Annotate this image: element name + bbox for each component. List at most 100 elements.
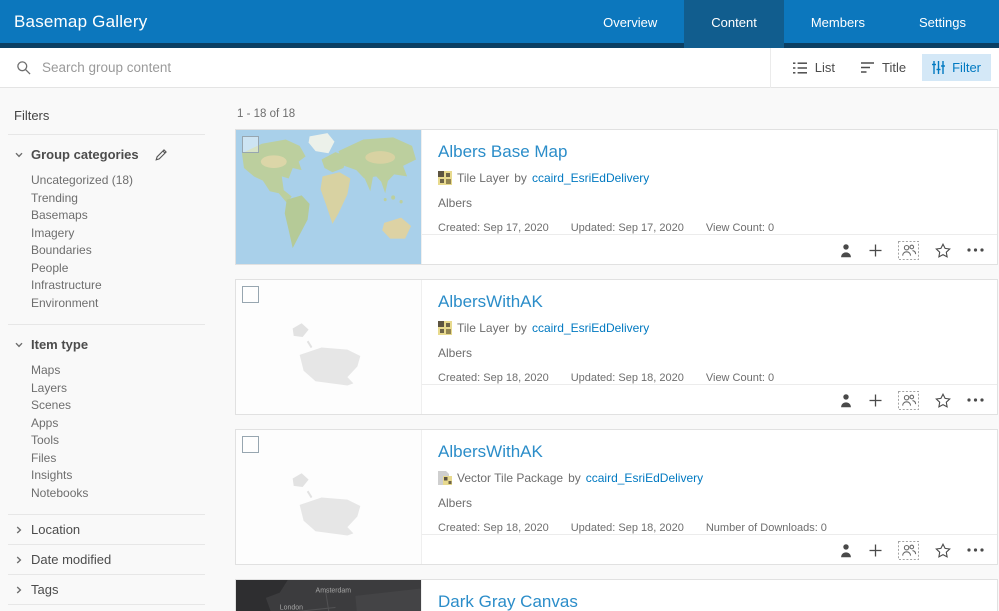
item-title-link[interactable]: Dark Gray Canvas [438,592,983,611]
filter-item[interactable]: Boundaries [14,242,205,260]
filter-item[interactable]: Environment [14,295,205,313]
filter-section-label: Item type [31,337,88,352]
filter-section-group-categories[interactable]: Group categories [14,147,205,162]
add-icon[interactable] [869,394,882,407]
title-button[interactable]: Title [851,54,916,81]
group-share-icon[interactable] [898,241,919,260]
item-thumbnail[interactable] [236,280,422,414]
item-meta: Created: Sep 17, 2020Updated: Sep 17, 20… [438,222,983,234]
chevron-right-icon [14,525,24,535]
list-button[interactable]: List [783,54,845,81]
item-title-link[interactable]: Albers Base Map [438,142,983,162]
owner-link[interactable]: ccaird_EsriEdDelivery [532,321,649,335]
filter-item[interactable]: Notebooks [14,485,205,503]
item-checkbox[interactable] [242,436,259,453]
filter-item[interactable]: Layers [14,380,205,398]
item-thumbnail[interactable]: LondonAmsterdamBrusselsCZECH REPUBLIC [236,580,422,611]
group-share-icon[interactable] [898,541,919,560]
chevron-right-icon [14,585,24,595]
item-type: Tile Layer [457,321,509,335]
filter-item[interactable]: Uncategorized (18) [14,172,205,190]
filter-button[interactable]: Filter [922,54,991,81]
owner-link[interactable]: ccaird_EsriEdDelivery [586,471,703,485]
pencil-icon[interactable] [154,148,168,162]
meta-item: Created: Sep 17, 2020 [438,222,549,234]
item-thumbnail[interactable] [236,430,422,564]
filter-item[interactable]: Trending [14,190,205,208]
divider [8,134,205,135]
item-details: AlbersWithAKVector Tile Packagebyccaird_… [422,430,997,534]
item-type: Tile Layer [457,171,509,185]
more-icon[interactable] [967,248,984,252]
results-panel: 1 - 18 of 18 Albers Base MapTile Layerby… [205,88,999,611]
chevron-down-icon [14,150,24,160]
add-icon[interactable] [869,544,882,557]
svg-text:Amsterdam: Amsterdam [316,586,352,594]
owner-icon[interactable] [839,543,853,558]
more-icon[interactable] [967,398,984,402]
search-box [16,60,770,75]
chevron-right-icon [14,555,24,565]
meta-item: Created: Sep 18, 2020 [438,522,549,534]
vector-tile-package-icon [438,471,452,485]
item-checkbox[interactable] [242,286,259,303]
search-input[interactable] [42,60,462,75]
filter-item[interactable]: Scenes [14,397,205,415]
tab-content[interactable]: Content [684,0,784,48]
filter-item[interactable]: Maps [14,362,205,380]
item-actions [422,534,997,565]
sort-icon [861,62,875,73]
favorite-icon[interactable] [935,543,951,558]
view-button-label: List [815,60,835,75]
item-thumbnail[interactable] [236,130,422,264]
filter-section-date-modified[interactable]: Date modified [14,552,205,567]
filter-section-label: Tags [31,582,58,597]
filter-item[interactable]: Infrastructure [14,277,205,295]
meta-item: Number of Downloads: 0 [706,522,827,534]
filter-item[interactable]: People [14,260,205,278]
filter-section-tags[interactable]: Tags [14,582,205,597]
tab-settings[interactable]: Settings [892,0,993,48]
item-snippet: Albers [438,496,983,510]
item-details: Dark Gray CanvasWeb Mapbyccaird_EsriEdDe… [422,580,997,611]
by-label: by [514,171,527,185]
filter-section-label: Location [31,522,80,537]
filter-item[interactable]: Files [14,450,205,468]
favorite-icon[interactable] [935,393,951,408]
owner-icon[interactable] [839,393,853,408]
more-icon[interactable] [967,548,984,552]
tab-members[interactable]: Members [784,0,892,48]
list-icon [793,62,808,74]
item-type-row: Tile Layer by ccaird_EsriEdDelivery [438,171,983,185]
item-details: Albers Base Map Tile Layer by ccaird_EsriEd… [422,130,997,234]
tab-overview[interactable]: Overview [576,0,684,48]
filter-section-item-type[interactable]: Item type [14,337,205,352]
item-details: AlbersWithAKTile Layerbyccaird_EsriEdDel… [422,280,997,384]
item-snippet: Albers [438,196,983,210]
albers-us-image [236,280,421,414]
favorite-icon[interactable] [935,243,951,258]
filter-item[interactable]: Basemaps [14,207,205,225]
meta-item: View Count: 0 [706,372,774,384]
item-title-link[interactable]: AlbersWithAK [438,292,983,312]
owner-link[interactable]: ccaird_EsriEdDelivery [532,171,649,185]
filter-item[interactable]: Imagery [14,225,205,243]
add-icon[interactable] [869,244,882,257]
item-card: AlbersWithAKTile Layerbyccaird_EsriEdDel… [235,279,998,415]
meta-item: Updated: Sep 18, 2020 [571,522,684,534]
item-checkbox[interactable] [242,136,259,153]
filter-item[interactable]: Insights [14,467,205,485]
filter-item[interactable]: Tools [14,432,205,450]
filter-item[interactable]: Apps [14,415,205,433]
divider [8,324,205,325]
svg-text:London: London [280,603,303,611]
tile-layer-icon [438,171,452,185]
filter-section-location[interactable]: Location [14,522,205,537]
group-share-icon[interactable] [898,391,919,410]
meta-item: View Count: 0 [706,222,774,234]
item-title-link[interactable]: AlbersWithAK [438,442,983,462]
filter-section-items: Uncategorized (18)TrendingBasemapsImager… [14,172,205,312]
divider [8,544,205,545]
owner-icon[interactable] [839,243,853,258]
tile-layer-icon [438,321,452,335]
